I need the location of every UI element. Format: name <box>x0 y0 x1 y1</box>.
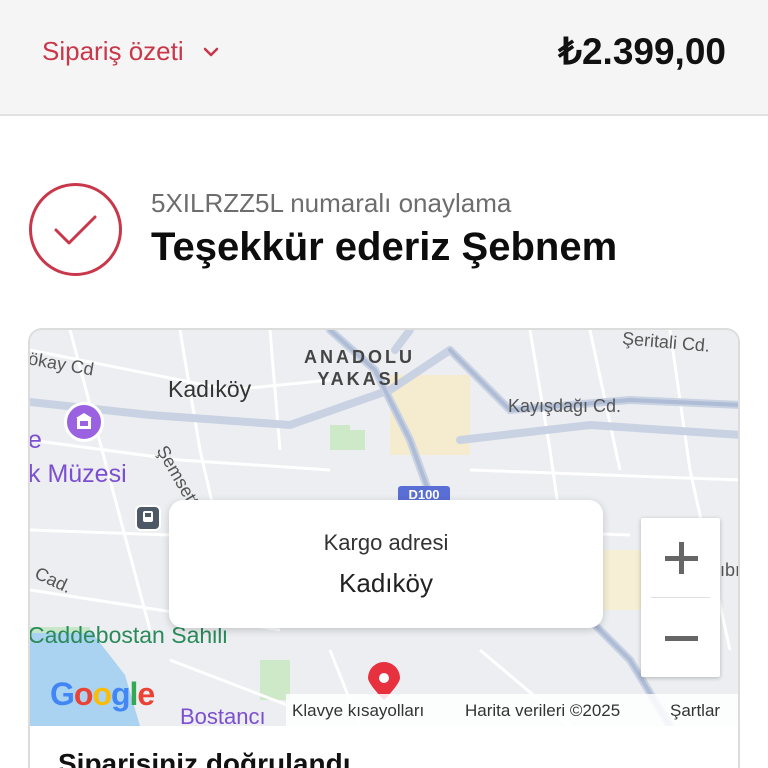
map-label-anadolu-yakasi: ANADOLU YAKASI <box>304 347 415 389</box>
minus-icon <box>664 635 698 641</box>
shipping-map-card: ökay Cd Kadıköy ANADOLU YAKASI Şeritali … <box>28 328 740 768</box>
order-summary-toggle[interactable]: Sipariş özeti <box>42 36 220 67</box>
confirmation-number: 5XILRZZ5L numaralı onaylama <box>151 188 512 218</box>
train-station-icon[interactable] <box>135 505 161 531</box>
map-attribution: Klavye kısayolları Harita verileri ©2025… <box>286 694 738 726</box>
google-logo[interactable]: Google <box>50 676 155 713</box>
map-label-bostanci: Bostancı <box>180 704 266 726</box>
map-label-kadikoy: Kadıköy <box>168 376 252 402</box>
map-label-muzesi: k Müzesi <box>30 460 127 488</box>
map-data-link[interactable]: Harita verileri ©2025 <box>465 701 620 721</box>
map-label-kayisdagi: Kayışdağı Cd. <box>508 396 622 416</box>
popup-address: Kadıköy <box>339 568 433 598</box>
museum-icon[interactable] <box>64 402 104 442</box>
order-verified-heading: Siparişiniz doğrulandı <box>58 748 351 768</box>
popup-title: Kargo adresi <box>323 530 449 555</box>
map[interactable]: ökay Cd Kadıköy ANADOLU YAKASI Şeritali … <box>30 330 740 726</box>
check-circle-icon <box>29 183 122 276</box>
order-total: ₺2.399,00 <box>558 31 726 72</box>
zoom-control <box>641 518 720 677</box>
order-summary-bar: Sipariş özeti ₺2.399,00 <box>0 0 768 116</box>
map-label-ib: ıbı <box>720 560 740 580</box>
order-summary-label: Sipariş özeti <box>42 36 184 66</box>
thank-you-heading: Teşekkür ederiz Şebnem <box>151 225 618 269</box>
chevron-down-icon <box>203 47 218 56</box>
zoom-out-button[interactable] <box>641 598 720 677</box>
map-label-e: e <box>30 426 42 455</box>
shipping-address-popup: Kargo adresi Kadıköy <box>169 500 603 628</box>
keyboard-shortcuts-link[interactable]: Klavye kısayolları <box>292 701 424 721</box>
zoom-in-button[interactable] <box>641 518 720 597</box>
terms-link[interactable]: Şartlar <box>670 701 720 721</box>
plus-icon <box>664 541 698 574</box>
